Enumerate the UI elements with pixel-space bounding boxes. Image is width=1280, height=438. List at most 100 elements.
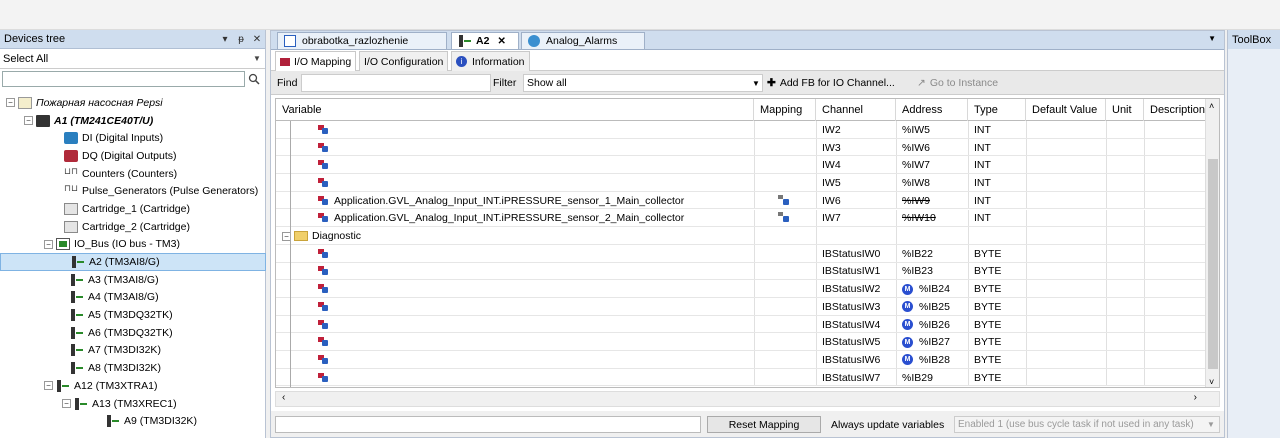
chevron-down-icon[interactable]: ▼ bbox=[249, 54, 265, 63]
col-default-value[interactable]: Default Value bbox=[1026, 99, 1106, 121]
tree-item[interactable]: − Пожарная насосная Pepsi bbox=[0, 94, 266, 112]
variable-cell[interactable] bbox=[276, 174, 754, 192]
tab-a2[interactable]: A2 ✕ bbox=[451, 32, 519, 49]
find-input[interactable] bbox=[301, 74, 491, 92]
address-cell[interactable]: M %IB26 bbox=[896, 316, 968, 334]
tree-item[interactable]: − A12 (TM3XTRA1) bbox=[0, 377, 266, 395]
mapping-cell[interactable] bbox=[754, 351, 816, 369]
mapping-cell[interactable] bbox=[754, 245, 816, 263]
table-row[interactable]: IBStatusIW0 %IB22 BYTE bbox=[276, 244, 1206, 263]
variable-cell[interactable] bbox=[276, 139, 754, 157]
mapping-cell[interactable] bbox=[754, 156, 816, 174]
filter-select[interactable]: Show all ▼ bbox=[523, 74, 763, 92]
vertical-scrollbar[interactable]: ˄ ˅ bbox=[1205, 99, 1219, 387]
reset-mapping-button[interactable]: Reset Mapping bbox=[707, 416, 821, 433]
variable-cell[interactable] bbox=[276, 263, 754, 281]
col-unit[interactable]: Unit bbox=[1106, 99, 1144, 121]
goto-instance-button[interactable]: ↗ Go to Instance bbox=[917, 74, 998, 92]
tree-item[interactable]: − IO_Bus (IO bus - TM3) bbox=[0, 236, 266, 254]
horizontal-scrollbar[interactable]: ‹ › bbox=[275, 391, 1220, 407]
tree-item[interactable]: − A1 (TM241CE40T/U) bbox=[0, 112, 266, 130]
col-mapping[interactable]: Mapping bbox=[754, 99, 816, 121]
variable-cell[interactable] bbox=[276, 156, 754, 174]
tree-item[interactable]: Cartridge_2 (Cartridge) bbox=[0, 218, 266, 236]
variable-cell[interactable] bbox=[276, 298, 754, 316]
mapping-cell[interactable] bbox=[754, 298, 816, 316]
search-icon[interactable] bbox=[245, 70, 263, 88]
tree-item[interactable]: A8 (TM3DI32K) bbox=[0, 359, 266, 377]
table-row[interactable]: IBStatusIW3 M %IB25 BYTE bbox=[276, 298, 1206, 316]
tabs-dropdown-icon[interactable]: ▼ bbox=[1208, 34, 1216, 43]
address-cell[interactable]: M %IB28 bbox=[896, 351, 968, 369]
table-row[interactable]: IBStatusIW7 %IB29 BYTE bbox=[276, 368, 1206, 387]
chevron-down-icon[interactable]: ▼ bbox=[1207, 420, 1219, 429]
pin-icon[interactable]: ᵽ bbox=[233, 34, 249, 45]
tree-item[interactable]: A5 (TM3DQ32TK) bbox=[0, 306, 266, 324]
address-cell[interactable]: %IW9 bbox=[896, 192, 968, 210]
address-cell[interactable]: M %IB25 bbox=[896, 298, 968, 316]
tree-item[interactable]: Cartridge_1 (Cartridge) bbox=[0, 200, 266, 218]
mapping-cell[interactable] bbox=[754, 210, 816, 228]
address-cell[interactable]: %IB23 bbox=[896, 263, 968, 281]
devices-filter-select[interactable]: Select All ▼ bbox=[0, 49, 265, 69]
variable-cell[interactable] bbox=[276, 369, 754, 387]
table-row[interactable]: IBStatusIW5 M %IB27 BYTE bbox=[276, 333, 1206, 352]
scroll-down-icon[interactable]: ˅ bbox=[1209, 377, 1214, 387]
address-cell[interactable]: %IW6 bbox=[896, 139, 968, 157]
variable-cell[interactable] bbox=[276, 245, 754, 263]
scroll-right-icon[interactable]: › bbox=[1194, 392, 1197, 403]
add-fb-button[interactable]: ✚ Add FB for IO Channel... bbox=[767, 74, 895, 92]
mapping-cell[interactable] bbox=[754, 280, 816, 298]
variable-cell[interactable] bbox=[276, 121, 754, 139]
tab-io-configuration[interactable]: I/O Configuration bbox=[359, 51, 449, 71]
variable-cell[interactable]: Application.GVL_Analog_Input_INT.iPRESSU… bbox=[276, 192, 754, 210]
panel-menu-icon[interactable]: ▾ bbox=[217, 34, 233, 45]
tree-item[interactable]: A4 (TM3AI8/G) bbox=[0, 289, 266, 307]
mapping-cell[interactable] bbox=[754, 369, 816, 387]
scroll-left-icon[interactable]: ‹ bbox=[282, 392, 285, 403]
scroll-up-icon[interactable]: ˄ bbox=[1209, 101, 1214, 111]
scroll-thumb[interactable] bbox=[1208, 159, 1218, 369]
variable-cell[interactable]: Application.GVL_Analog_Input_INT.iPRESSU… bbox=[276, 210, 754, 228]
tree-item[interactable]: − A13 (TM3XREC1) bbox=[0, 395, 266, 413]
tree-item[interactable]: A6 (TM3DQ32TK) bbox=[0, 324, 266, 342]
table-row[interactable]: IW3 %IW6 INT bbox=[276, 138, 1206, 157]
toolbox-title[interactable]: ToolBox bbox=[1228, 30, 1280, 49]
mapping-cell[interactable] bbox=[754, 316, 816, 334]
collapse-toggle-icon[interactable]: − bbox=[24, 116, 33, 126]
tab-obrabotka-razlozhenie[interactable]: obrabotka_razlozhenie bbox=[277, 32, 447, 49]
table-row[interactable]: IBStatusIW2 M %IB24 BYTE bbox=[276, 280, 1206, 298]
col-channel[interactable]: Channel bbox=[816, 99, 896, 121]
tree-item[interactable]: A9 (TM3DI32K) bbox=[0, 412, 266, 430]
tab-information[interactable]: i Information bbox=[451, 51, 530, 71]
table-row[interactable]: IBStatusIW6 M %IB28 BYTE bbox=[276, 351, 1206, 369]
table-row[interactable]: Application.GVL_Analog_Input_INT.iPRESSU… bbox=[276, 209, 1206, 228]
close-tab-icon[interactable]: ✕ bbox=[497, 36, 505, 47]
tab-analog-alarms[interactable]: Analog_Alarms bbox=[521, 32, 645, 49]
col-type[interactable]: Type bbox=[968, 99, 1026, 121]
mapping-cell[interactable] bbox=[754, 174, 816, 192]
tree-item[interactable]: A7 (TM3DI32K) bbox=[0, 342, 266, 360]
always-update-select[interactable]: Enabled 1 (use bus cycle task if not use… bbox=[954, 416, 1220, 433]
tree-item[interactable]: DI (Digital Inputs) bbox=[0, 129, 266, 147]
table-row[interactable]: IW5 %IW8 INT bbox=[276, 174, 1206, 192]
variable-cell[interactable] bbox=[276, 316, 754, 334]
address-cell[interactable]: %IW10 bbox=[896, 210, 968, 228]
address-cell[interactable]: %IW8 bbox=[896, 174, 968, 192]
variable-cell[interactable]: − Diagnostic bbox=[276, 227, 754, 245]
table-row[interactable]: IW4 %IW7 INT bbox=[276, 156, 1206, 175]
mapping-cell[interactable] bbox=[754, 121, 816, 139]
table-row[interactable]: IBStatusIW1 %IB23 BYTE bbox=[276, 262, 1206, 281]
address-cell[interactable]: %IW7 bbox=[896, 156, 968, 174]
mapping-cell[interactable] bbox=[754, 139, 816, 157]
address-cell[interactable]: %IB29 bbox=[896, 369, 968, 387]
table-row[interactable]: − Diagnostic bbox=[276, 227, 1206, 245]
address-cell[interactable] bbox=[896, 227, 968, 245]
collapse-toggle-icon[interactable]: − bbox=[62, 399, 71, 409]
mapping-cell[interactable] bbox=[754, 333, 816, 351]
col-description[interactable]: Description bbox=[1144, 99, 1206, 121]
collapse-toggle-icon[interactable]: − bbox=[44, 239, 53, 249]
tree-item[interactable]: Counters (Counters) bbox=[0, 165, 266, 183]
col-address[interactable]: Address bbox=[896, 99, 968, 121]
close-icon[interactable]: ✕ bbox=[249, 34, 265, 45]
